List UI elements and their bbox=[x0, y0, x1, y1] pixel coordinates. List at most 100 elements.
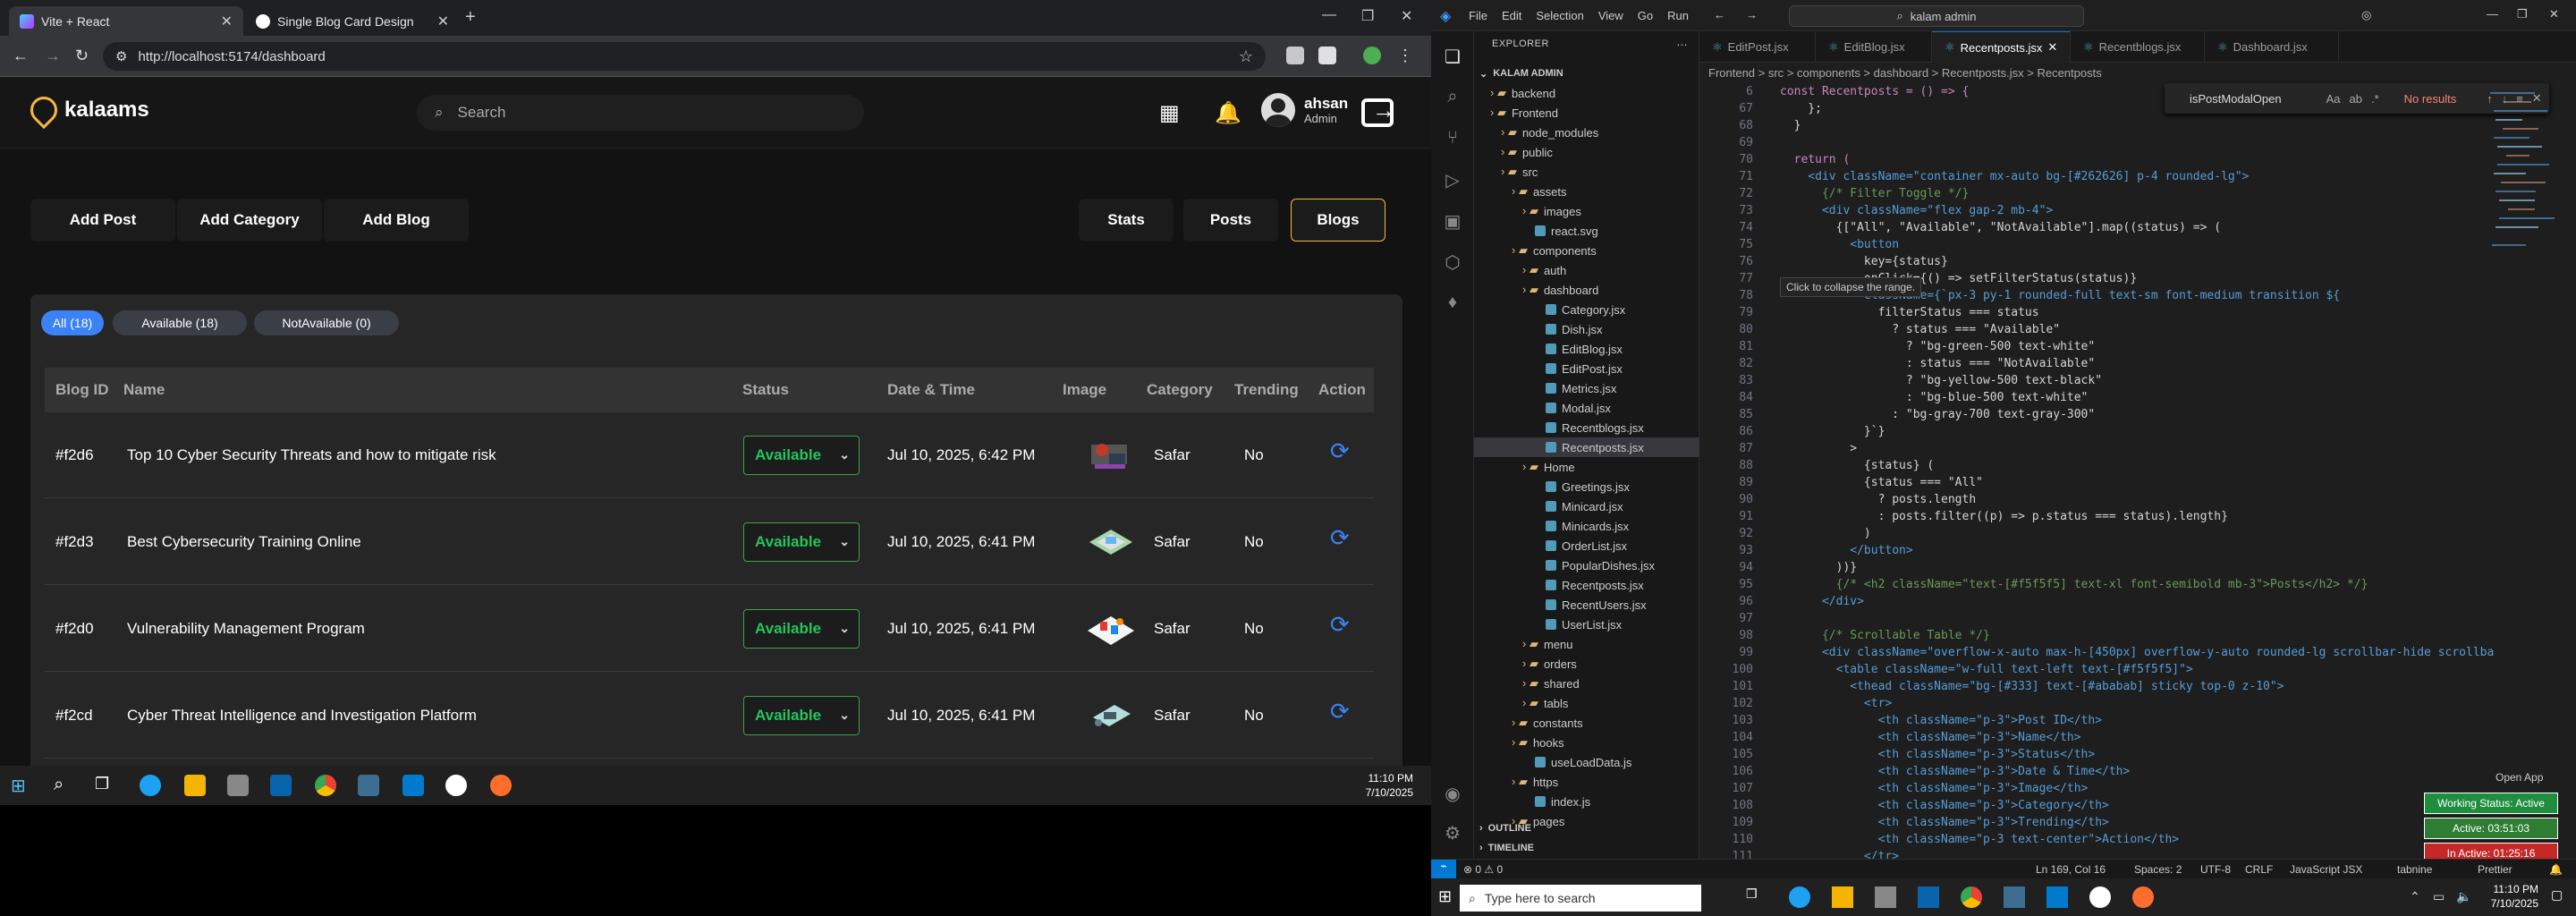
filter-available-chip[interactable]: Available (18) bbox=[113, 310, 247, 335]
taskbar-clock[interactable]: 11:10 PM 7/10/2025 bbox=[1366, 771, 1413, 800]
postman-icon[interactable] bbox=[490, 775, 512, 796]
file-item[interactable]: Minicards.jsx bbox=[1533, 516, 1629, 536]
minimize-icon[interactable]: — bbox=[2487, 7, 2498, 21]
postman-icon[interactable] bbox=[2132, 886, 2154, 908]
refresh-icon[interactable]: ⟳ bbox=[1330, 698, 1350, 725]
menu-go[interactable]: Go bbox=[1638, 9, 1653, 22]
app-icon[interactable] bbox=[358, 775, 379, 796]
new-tab-button[interactable]: + bbox=[465, 7, 476, 28]
tab-recentposts[interactable]: ⚛ Recentposts.jsx ✕ bbox=[1932, 31, 2071, 63]
file-explorer-icon[interactable] bbox=[184, 775, 206, 796]
status-select[interactable]: Available ⌄ bbox=[743, 609, 860, 649]
explorer-icon[interactable]: ❏ bbox=[1442, 46, 1463, 67]
task-view-icon[interactable]: ❐ bbox=[1746, 886, 1767, 908]
status-select[interactable]: Available ⌄ bbox=[743, 696, 860, 735]
status-select[interactable]: Available ⌄ bbox=[743, 436, 860, 475]
status-select[interactable]: Available ⌄ bbox=[743, 522, 860, 562]
posts-button[interactable]: Posts bbox=[1183, 199, 1278, 242]
browser-tab-vite[interactable]: Vite + React ✕ bbox=[9, 6, 243, 36]
logout-icon[interactable] bbox=[1361, 97, 1395, 127]
close-window-icon[interactable]: ✕ bbox=[2549, 7, 2559, 21]
notification-center-icon[interactable]: ▢ bbox=[2551, 887, 2563, 903]
app-icon[interactable] bbox=[2089, 886, 2111, 908]
line-ending[interactable]: CRLF bbox=[2245, 863, 2273, 876]
file-item[interactable]: Recentposts.jsx bbox=[1474, 437, 1699, 457]
breadcrumb[interactable]: Frontend > src > components > dashboard … bbox=[1708, 66, 2102, 80]
forward-icon[interactable]: → bbox=[45, 47, 61, 65]
indentation[interactable]: Spaces: 2 bbox=[2134, 863, 2182, 876]
notifications-icon[interactable]: 🔔 bbox=[2549, 863, 2563, 876]
file-item[interactable]: Category.jsx bbox=[1533, 300, 1625, 319]
edge-icon[interactable] bbox=[140, 775, 161, 796]
run-debug-icon[interactable]: ▷ bbox=[1442, 169, 1463, 191]
workspace-root[interactable]: ⌄ KALAM ADMIN bbox=[1479, 64, 1563, 83]
menu-edit[interactable]: Edit bbox=[1502, 9, 1521, 22]
folder-item[interactable]: › ▰ https bbox=[1512, 772, 1558, 792]
taskbar-search-input[interactable]: ⌕ Type here to search bbox=[1460, 885, 1701, 912]
encoding[interactable]: UTF-8 bbox=[2200, 863, 2231, 876]
outline-section[interactable]: › OUTLINE bbox=[1479, 818, 1531, 838]
file-item[interactable]: EditPost.jsx bbox=[1533, 359, 1623, 378]
folder-item[interactable]: › ▰ images bbox=[1522, 201, 1581, 221]
file-item[interactable]: OrderList.jsx bbox=[1533, 536, 1627, 556]
address-bar[interactable]: ⚙ http://localhost:5174/dashboard ☆ bbox=[103, 42, 1266, 71]
source-control-icon[interactable]: ⑂ bbox=[1442, 128, 1463, 149]
windows-start-icon[interactable]: ⊞ bbox=[1438, 887, 1452, 906]
file-item[interactable]: useLoadData.js bbox=[1522, 752, 1631, 772]
remote-indicator-icon[interactable]: ⌁ bbox=[1431, 860, 1456, 879]
bell-icon[interactable]: 🔔 bbox=[1215, 100, 1241, 126]
tabnine-status[interactable]: tabnine bbox=[2397, 863, 2432, 876]
add-blog-button[interactable]: Add Blog bbox=[324, 199, 469, 242]
menu-view[interactable]: View bbox=[1598, 9, 1623, 22]
mongodb-icon[interactable]: ♦ bbox=[1442, 293, 1463, 314]
maximize-icon[interactable]: ❐ bbox=[1361, 7, 1374, 25]
folder-item[interactable]: › ▰ src bbox=[1501, 162, 1538, 182]
folder-item[interactable]: › ▰ assets bbox=[1512, 182, 1567, 201]
folder-item[interactable]: › ▰ tabls bbox=[1522, 693, 1568, 713]
edge-icon[interactable] bbox=[1789, 886, 1810, 908]
extensions-icon[interactable]: ▣ bbox=[1442, 210, 1463, 232]
tab-editpost[interactable]: ⚛ EditPost.jsx bbox=[1699, 31, 1816, 63]
chrome-icon[interactable] bbox=[1961, 886, 1982, 908]
file-item[interactable]: Recentposts.jsx bbox=[1533, 575, 1644, 595]
filter-notavailable-chip[interactable]: NotAvailable (0) bbox=[254, 310, 399, 335]
more-actions-icon[interactable]: … bbox=[1676, 35, 1688, 48]
volume-icon[interactable]: 🔈 bbox=[2456, 889, 2471, 904]
file-explorer-icon[interactable] bbox=[1832, 886, 1853, 908]
bookmark-star-icon[interactable]: ☆ bbox=[1239, 47, 1253, 66]
outlook-icon[interactable] bbox=[270, 775, 292, 796]
back-icon[interactable]: ← bbox=[13, 47, 29, 65]
refresh-icon[interactable]: ⟳ bbox=[1330, 524, 1350, 552]
store-icon[interactable] bbox=[1875, 886, 1896, 908]
profile-icon[interactable] bbox=[1363, 47, 1381, 64]
cursor-position[interactable]: Ln 169, Col 16 bbox=[2036, 863, 2106, 876]
file-item[interactable]: Minicard.jsx bbox=[1533, 496, 1623, 516]
file-item[interactable]: EditBlog.jsx bbox=[1533, 339, 1623, 359]
file-item[interactable]: Greetings.jsx bbox=[1533, 477, 1630, 496]
tab-editblog[interactable]: ⚛ EditBlog.jsx bbox=[1816, 31, 1932, 63]
browser-tab-blog-card[interactable]: Single Blog Card Design ✕ bbox=[245, 6, 460, 36]
remote-icon[interactable]: ⬡ bbox=[1442, 251, 1463, 273]
network-icon[interactable]: ▭ bbox=[2433, 889, 2445, 904]
search-icon[interactable]: ⌕ bbox=[1442, 87, 1463, 108]
file-item[interactable]: UserList.jsx bbox=[1533, 615, 1622, 634]
command-center[interactable]: ⌕ kalam admin bbox=[1789, 5, 2084, 27]
app-icon[interactable] bbox=[445, 775, 467, 796]
folder-item[interactable]: › ▰ orders bbox=[1522, 654, 1577, 674]
add-post-button[interactable]: Add Post bbox=[30, 199, 175, 242]
tray-chevron-icon[interactable]: ⌃ bbox=[2410, 889, 2420, 904]
refresh-icon[interactable]: ⟳ bbox=[1330, 437, 1350, 465]
folder-item[interactable]: › ▰ constants bbox=[1512, 713, 1583, 733]
file-item[interactable]: react.svg bbox=[1522, 221, 1598, 241]
app-logo[interactable]: kalaams bbox=[24, 90, 149, 130]
prettier-status[interactable]: Prettier bbox=[2478, 863, 2512, 876]
folder-item[interactable]: › ▰ hooks bbox=[1512, 733, 1564, 752]
menu-selection[interactable]: Selection bbox=[1536, 9, 1583, 22]
app-icon[interactable] bbox=[2004, 886, 2025, 908]
file-item[interactable]: PopularDishes.jsx bbox=[1533, 556, 1655, 575]
problems-indicator[interactable]: ⊗ 0 ⚠ 0 bbox=[1463, 863, 1503, 876]
search-icon[interactable]: ⌕ bbox=[54, 775, 75, 796]
stats-button[interactable]: Stats bbox=[1079, 199, 1174, 242]
user-menu[interactable]: ahsan Admin bbox=[1261, 93, 1348, 127]
regex-icon[interactable]: .* bbox=[2371, 92, 2379, 106]
